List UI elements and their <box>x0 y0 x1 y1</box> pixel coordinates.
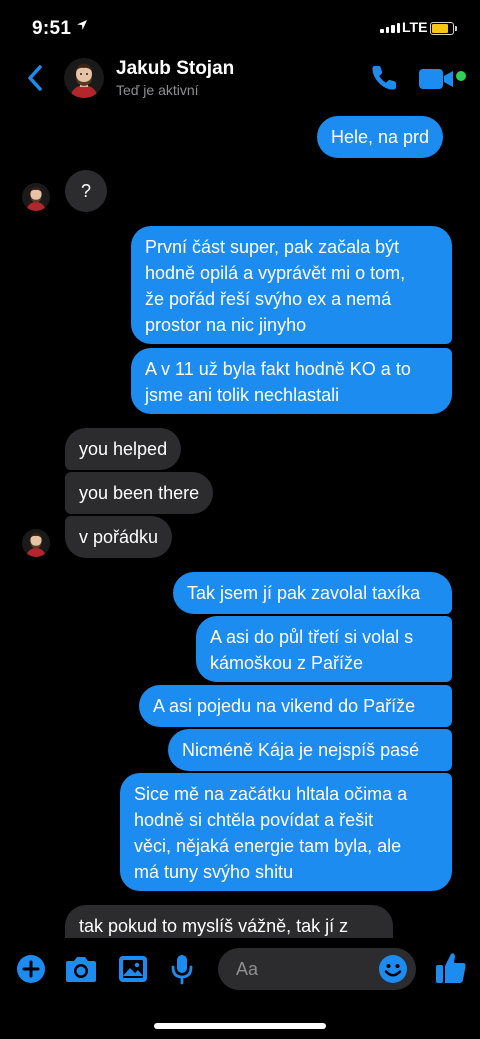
emoji-icon[interactable] <box>378 954 408 984</box>
message-bubble-outgoing[interactable]: Nicméně Kája je nejspíš pasé <box>168 729 452 771</box>
message-bubble-outgoing[interactable]: Tak jsem jí pak zavolal taxíka <box>173 572 452 614</box>
avatar <box>22 183 50 211</box>
message-bubble-outgoing[interactable]: Hele, na prd <box>317 116 444 158</box>
status-bar: 9:51 LTE <box>0 0 480 56</box>
message-bubble-incoming[interactable]: v pořádku <box>65 516 173 558</box>
plus-icon[interactable] <box>16 954 46 984</box>
microphone-icon[interactable] <box>170 953 194 985</box>
signal-icon <box>380 23 400 33</box>
camera-icon[interactable] <box>64 954 98 984</box>
phone-icon[interactable] <box>368 62 400 94</box>
message-bubble-incoming[interactable]: ? <box>65 170 107 212</box>
location-arrow-icon <box>77 20 87 30</box>
contact-status: Teď je aktivní <box>116 82 199 98</box>
message-input[interactable]: Aa <box>218 948 416 990</box>
thumbs-up-icon[interactable] <box>434 950 468 986</box>
message-bubble-outgoing[interactable]: Sice mě na začátku hltala očima a hodně … <box>120 773 452 891</box>
status-time: 9:51 <box>32 18 72 39</box>
avatar[interactable] <box>64 58 104 98</box>
gallery-icon[interactable] <box>117 954 149 984</box>
message-bubble-outgoing[interactable]: A asi pojedu na vikend do Paříže <box>139 685 452 727</box>
message-bubble-incoming[interactable]: you been there <box>65 472 214 514</box>
message-bubble-incoming[interactable]: you helped <box>65 428 182 470</box>
home-indicator <box>154 1023 326 1029</box>
online-indicator <box>456 71 466 81</box>
conversation-header: Jakub Stojan Teď je aktivní <box>0 56 480 104</box>
network-label: LTE <box>402 19 428 35</box>
chevron-left-icon[interactable] <box>24 62 46 94</box>
contact-name[interactable]: Jakub Stojan <box>116 58 234 80</box>
message-bubble-outgoing[interactable]: První část super, pak začala být hodně o… <box>131 226 452 344</box>
message-composer: Aa <box>0 938 480 1002</box>
video-camera-icon[interactable] <box>418 66 454 92</box>
message-bubble-outgoing[interactable]: A asi do půl třetí si volal s kámoškou z… <box>196 616 452 682</box>
message-input-placeholder: Aa <box>236 959 259 979</box>
battery-icon <box>430 22 457 35</box>
message-bubble-outgoing[interactable]: A v 11 už byla fakt hodně KO a to jsme a… <box>131 348 452 414</box>
avatar <box>22 529 50 557</box>
